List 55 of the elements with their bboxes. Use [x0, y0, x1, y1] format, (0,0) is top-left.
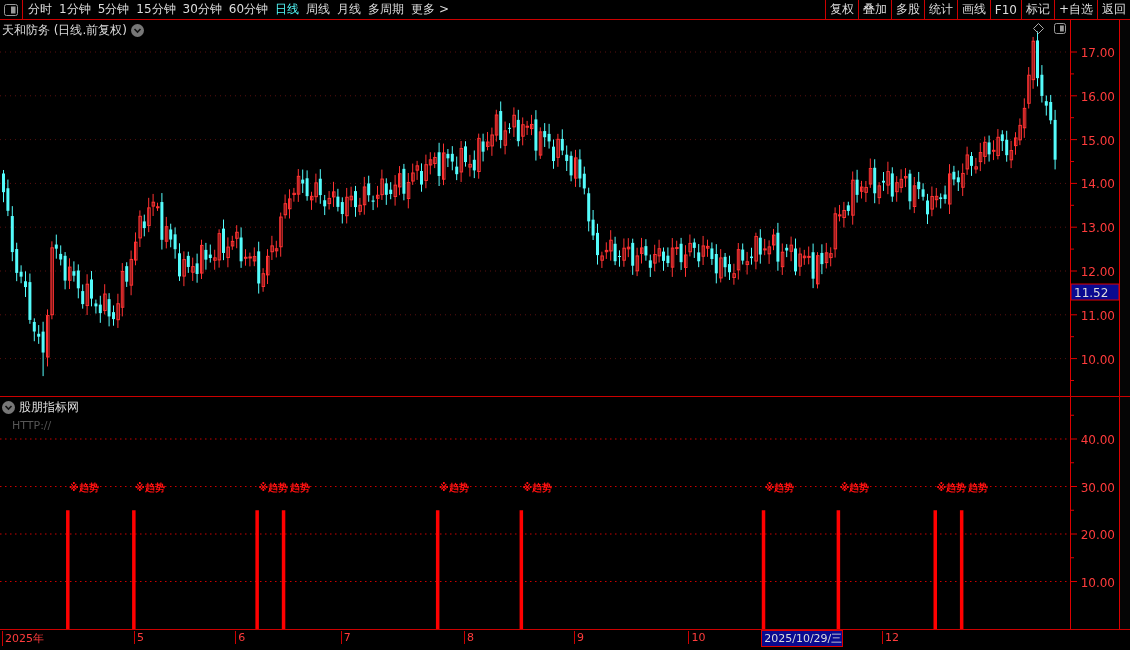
toolbar-button[interactable]: 叠加 [857, 0, 891, 19]
price-axis-label: 12.00 [1080, 265, 1115, 279]
period-tab[interactable]: 15分钟 [136, 1, 176, 18]
date-axis-label: 6 [235, 631, 246, 644]
toolbar-button[interactable]: 画线 [956, 0, 990, 19]
signal-label: ※趋势 [522, 481, 553, 493]
signal-label: ※趋势 [764, 481, 795, 493]
period-tab[interactable]: 周线 [306, 1, 331, 18]
toolbar-button[interactable]: 复权 [824, 0, 858, 19]
indicator-axis-label: 30.00 [1080, 480, 1115, 495]
date-axis-label: 10 [688, 631, 706, 644]
period-tab[interactable]: 更多 > [411, 1, 449, 18]
indicator-axis-label: 40.00 [1080, 433, 1115, 447]
indicator-axis-label: 20.00 [1080, 528, 1115, 542]
date-axis-label: 7 [340, 631, 351, 644]
period-tab[interactable]: 1分钟 [59, 1, 91, 18]
period-tab[interactable]: 分时 [28, 1, 52, 18]
signal-label: ※趋势 [936, 481, 967, 493]
signal-label: ※趋势 [839, 481, 870, 493]
price-axis-label: 16.00 [1080, 89, 1115, 104]
indicator-title: 股朋指标网 [19, 399, 79, 416]
toolbar-button[interactable]: 标记 [1020, 0, 1054, 19]
price-axis-label: 13.00 [1080, 221, 1115, 236]
period-tab[interactable]: 月线 [337, 1, 362, 18]
date-axis-label: 2025年 [2, 631, 44, 646]
price-axis-label: 14.00 [1080, 177, 1115, 192]
signal-label: ※趋势 [438, 481, 469, 493]
date-axis-label: 8 [464, 631, 474, 644]
signal-label: ※趋势 [258, 481, 289, 493]
price-axis-label: 11.00 [1080, 308, 1115, 323]
signal-label: ※趋势 [69, 481, 99, 493]
price-axis-label: 17.00 [1080, 46, 1115, 60]
current-price-tag: 11.52 [1071, 283, 1119, 301]
date-axis-label: 9 [574, 631, 584, 644]
price-axis-label: 10.00 [1080, 352, 1115, 367]
toolbar-button[interactable]: 多股 [890, 0, 924, 19]
price-axis-label: 15.00 [1080, 133, 1115, 148]
toolbar-button[interactable]: 返回 [1097, 0, 1130, 19]
period-tab[interactable]: 多周期 [368, 1, 405, 18]
period-tab[interactable]: 日线 [275, 1, 300, 18]
stock-title: 天和防务 (日线.前复权) [2, 22, 127, 39]
signal-label: 趋势 [290, 481, 311, 493]
indicator-subtitle: HTTP:// [12, 419, 52, 432]
period-tab[interactable]: 60分钟 [228, 1, 269, 18]
date-axis-label: 5 [134, 631, 144, 644]
period-tab[interactable]: 30分钟 [182, 1, 222, 18]
signal-label: ※趋势 [135, 481, 165, 493]
toolbar-button[interactable]: 统计 [923, 0, 957, 19]
signal-label: 趋势 [968, 481, 989, 493]
toolbar-button[interactable]: +自选 [1053, 0, 1097, 19]
date-axis-label: 12 [882, 631, 899, 644]
toolbar-button[interactable]: F10 [989, 0, 1021, 19]
indicator-axis-label: 10.00 [1080, 575, 1115, 590]
period-tab[interactable]: 5分钟 [97, 1, 130, 18]
cursor-date-label: 2025/10/29/三 [761, 630, 844, 647]
